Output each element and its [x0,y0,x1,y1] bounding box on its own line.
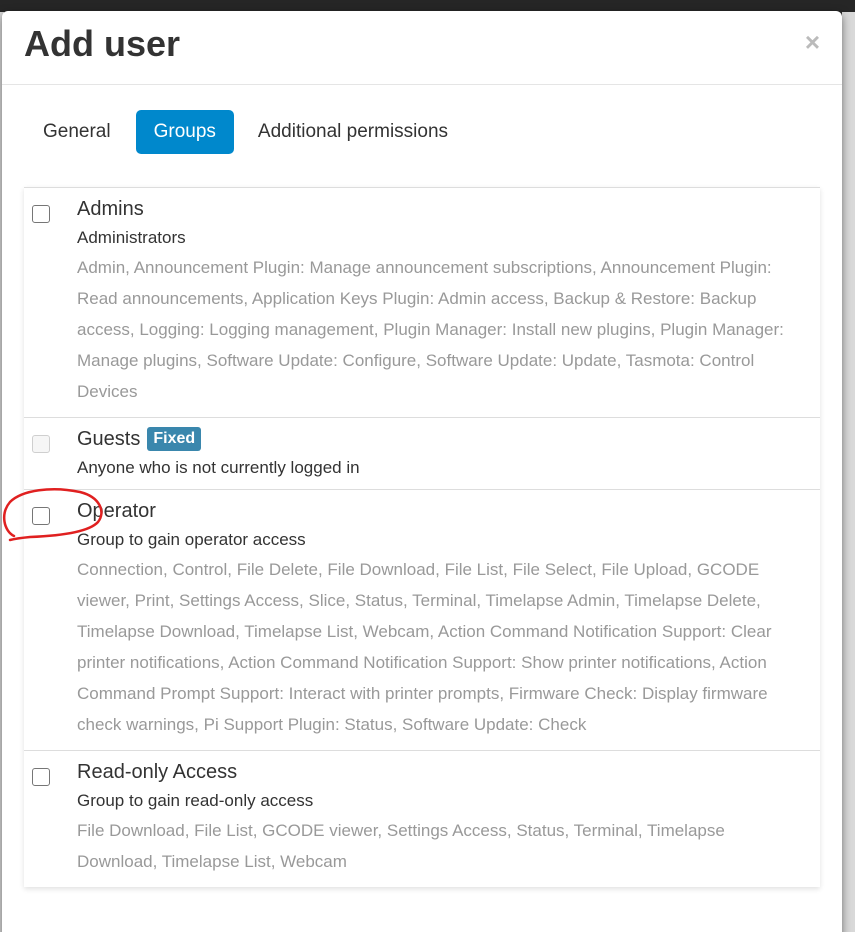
group-description: Administrators [77,228,186,247]
group-item-operator: Operator Group to gain operator access C… [24,490,820,751]
tab-bar: General Groups Additional permissions [24,110,466,154]
group-list: Admins Administrators Admin, Announcemen… [24,187,820,887]
group-description: Anyone who is not currently logged in [77,458,360,477]
group-item-read-only-access: Read-only Access Group to gain read-only… [24,751,820,887]
tab-additional-permissions[interactable]: Additional permissions [240,110,466,154]
group-permissions: Admin, Announcement Plugin: Manage annou… [77,258,784,401]
group-name: Read-only Access [77,761,238,783]
add-user-dialog: Add user × General Groups Additional per… [2,11,842,932]
modal-title: Add user [24,23,181,64]
group-name-row: Read-only Access [77,760,808,784]
read-only-access-checkbox[interactable] [32,768,50,786]
close-icon[interactable]: × [805,29,820,55]
group-name-row: Guests Fixed [77,427,808,451]
tab-general[interactable]: General [24,110,130,154]
group-permissions: File Download, File List, GCODE viewer, … [77,821,725,871]
backdrop-right [842,12,855,932]
group-item-admins: Admins Administrators Admin, Announcemen… [24,188,820,418]
group-name-row: Operator [77,499,808,523]
operator-checkbox[interactable] [32,507,50,525]
guests-checkbox [32,435,50,453]
group-description: Group to gain read-only access [77,791,314,810]
fixed-badge: Fixed [147,427,202,451]
group-name-row: Admins [77,197,808,221]
group-permissions: Connection, Control, File Delete, File D… [77,560,772,734]
group-description: Group to gain operator access [77,530,306,549]
group-name: Guests [77,428,141,450]
admins-checkbox[interactable] [32,205,50,223]
group-name: Admins [77,198,144,220]
modal-header: Add user × [2,11,842,85]
group-item-guests: Guests Fixed Anyone who is not currently… [24,418,820,490]
tab-groups[interactable]: Groups [135,110,234,154]
group-name: Operator [77,500,156,522]
